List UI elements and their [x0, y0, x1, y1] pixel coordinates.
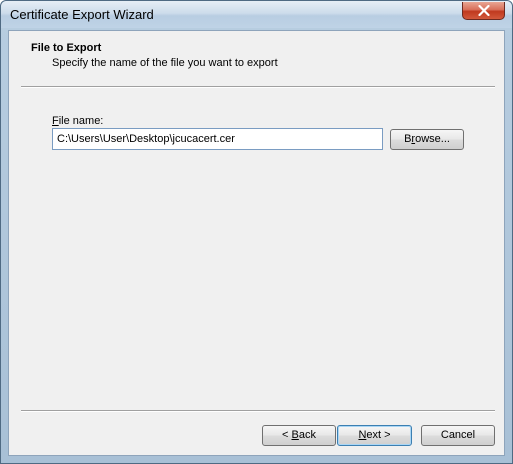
- next-label-rest: ext >: [366, 429, 391, 441]
- back-label-rest: ack: [298, 429, 316, 441]
- wizard-header: File to Export Specify the name of the f…: [9, 31, 504, 87]
- page-title: File to Export: [31, 42, 102, 54]
- cancel-button[interactable]: Cancel: [421, 425, 495, 446]
- back-label-prefix: <: [282, 429, 292, 441]
- file-name-input[interactable]: [52, 128, 383, 150]
- window-title: Certificate Export Wizard: [10, 7, 154, 22]
- header-divider: [21, 86, 495, 88]
- close-icon: [478, 5, 490, 16]
- back-label-accesskey: B: [291, 429, 299, 441]
- title-bar[interactable]: Certificate Export Wizard: [1, 1, 512, 28]
- close-button[interactable]: [462, 2, 505, 20]
- page-description: Specify the name of the file you want to…: [52, 57, 278, 69]
- browse-button[interactable]: Browse...: [390, 129, 464, 150]
- next-button[interactable]: Next >: [337, 425, 412, 446]
- back-button[interactable]: < Back: [262, 425, 336, 446]
- file-name-label: File name:: [52, 115, 103, 127]
- footer-divider: [21, 410, 495, 412]
- browse-label-rest: owse...: [415, 133, 450, 145]
- wizard-content: File to Export Specify the name of the f…: [8, 30, 505, 456]
- file-name-label-text: ile name:: [58, 115, 104, 127]
- wizard-window: Certificate Export Wizard File to Export…: [0, 0, 513, 464]
- file-name-label-accesskey: F: [52, 115, 59, 127]
